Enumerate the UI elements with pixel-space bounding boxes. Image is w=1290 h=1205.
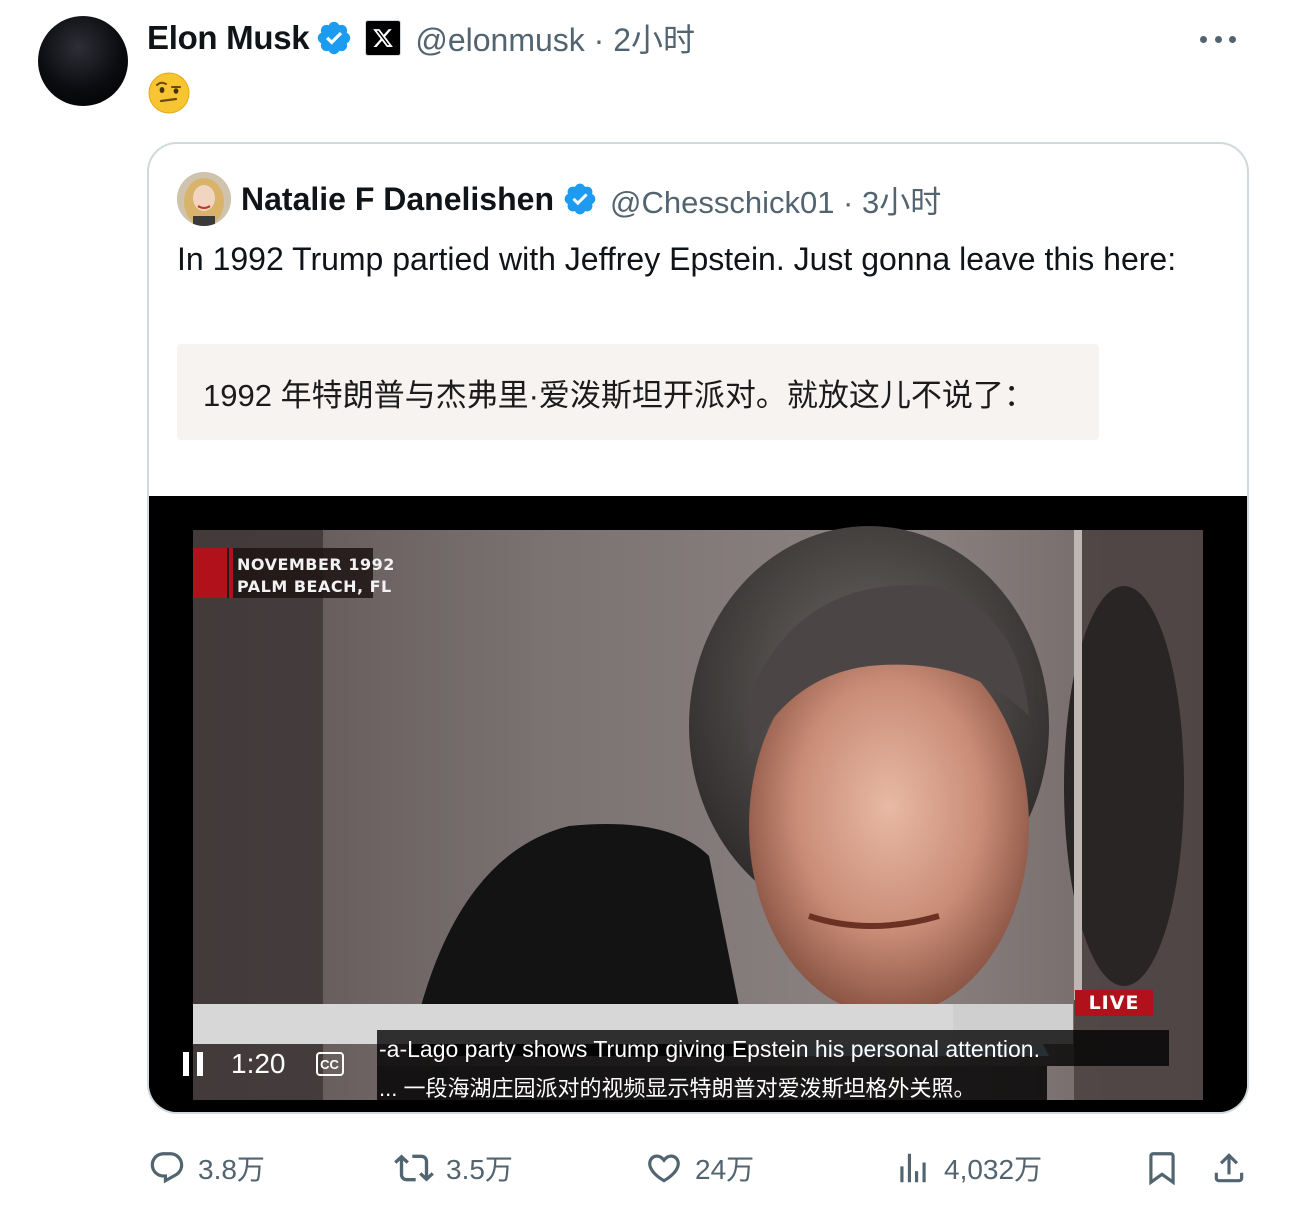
- video-time: 1:20: [231, 1048, 286, 1079]
- video-player[interactable]: NOVEMBER 1992 PALM BEACH, FL LIVE -a-Lag…: [149, 496, 1247, 1112]
- quoted-tweet-text: In 1992 Trump partied with Jeffrey Epste…: [177, 241, 1177, 277]
- translation-text: 1992 年特朗普与杰弗里·爱泼斯坦开派对。就放这儿不说了：: [203, 377, 1035, 413]
- bookmark-button[interactable]: [1143, 1146, 1181, 1190]
- reply-icon: [150, 1152, 184, 1184]
- subtitle-chinese: ... 一段海湖庄园派对的视频显示特朗普对爱泼斯坦格外关照。: [379, 1076, 976, 1101]
- heart-icon: [648, 1154, 680, 1183]
- video-date-tag-line-2: PALM BEACH, FL: [237, 577, 392, 596]
- quoted-author-handle-time: @Chesschick01 · 3小时: [609, 184, 942, 220]
- repost-icon: [394, 1154, 434, 1182]
- more-dots-icon[interactable]: [1200, 24, 1236, 54]
- x-logo-icon: [365, 20, 402, 56]
- author-avatar[interactable]: [38, 16, 128, 106]
- share-button[interactable]: [1210, 1146, 1248, 1190]
- like-count: 24万: [695, 1154, 755, 1185]
- share-icon: [1214, 1153, 1244, 1183]
- repost-count: 3.5万: [446, 1154, 513, 1185]
- tweet-action-bar: 3.8万 3.5万 24万 4,032万: [0, 1140, 1290, 1196]
- thinking-face-emoji-icon: [148, 72, 190, 114]
- verified-badge-icon: [564, 183, 596, 215]
- quoted-tweet-card[interactable]: Natalie F Danelishen @Chesschick01 · 3小时…: [147, 142, 1249, 1114]
- subtitle-english: -a-Lago party shows Trump giving Epstein…: [379, 1036, 1040, 1062]
- author-name[interactable]: Elon Musk: [147, 19, 310, 57]
- views-chart-icon: [900, 1153, 926, 1183]
- quoted-author-avatar[interactable]: [177, 172, 231, 226]
- quoted-tweet-header: Natalie F Danelishen @Chesschick01 · 3小时: [177, 172, 941, 226]
- tweet-header: Elon Musk @elonmusk · 2小时: [147, 14, 695, 62]
- video-controls: 1:20 CC: [183, 1044, 344, 1084]
- reply-button[interactable]: 3.8万: [148, 1146, 265, 1190]
- repost-button[interactable]: 3.5万: [394, 1146, 513, 1190]
- translation-box: 1992 年特朗普与杰弗里·爱泼斯坦开派对。就放这儿不说了：: [177, 344, 1099, 440]
- closed-captions-icon[interactable]: CC: [315, 1052, 344, 1076]
- reply-count: 3.8万: [198, 1154, 265, 1185]
- verified-badge-icon: [318, 21, 351, 55]
- video-date-tag-line-1: NOVEMBER 1992: [237, 555, 395, 574]
- live-badge: LIVE: [1075, 990, 1153, 1016]
- like-button[interactable]: 24万: [645, 1146, 754, 1190]
- bookmark-icon: [1149, 1152, 1175, 1186]
- views-button[interactable]: 4,032万: [894, 1146, 1042, 1190]
- pause-icon[interactable]: [183, 1052, 203, 1076]
- views-count: 4,032万: [944, 1154, 1043, 1185]
- quoted-author-name[interactable]: Natalie F Danelishen: [241, 181, 554, 218]
- author-handle-time: @elonmusk · 2小时: [415, 22, 696, 58]
